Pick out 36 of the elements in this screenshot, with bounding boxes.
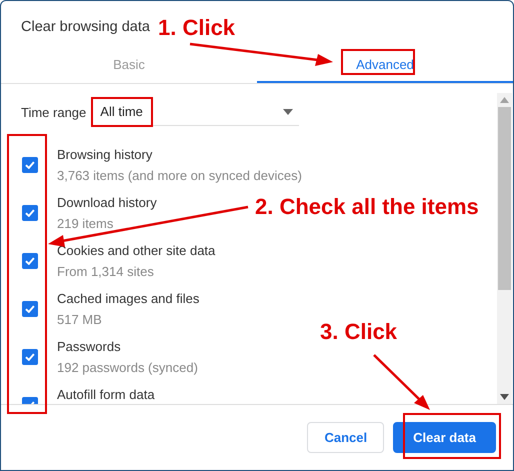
item-detail: 517 MB <box>57 312 102 328</box>
callout-label: 2. Check all the items <box>255 194 479 220</box>
item-title: Cookies and other site data <box>57 242 216 258</box>
time-range-dropdown[interactable]: All time <box>94 98 300 126</box>
checkbox[interactable] <box>22 253 38 269</box>
arrow <box>373 354 430 410</box>
caret-icon <box>283 108 294 114</box>
item-detail: 219 items <box>57 216 114 232</box>
checkmark-icon <box>25 305 35 313</box>
cancel-button[interactable]: Cancel <box>307 422 384 453</box>
checkbox[interactable] <box>22 157 38 173</box>
callout-label: 1. Click <box>158 15 236 41</box>
checkbox[interactable] <box>22 205 38 221</box>
item-title: Passwords <box>57 338 121 354</box>
item-title: Autofill form data <box>57 386 155 402</box>
item-title: Cached images and files <box>57 290 200 306</box>
item-detail: From 1,314 sites <box>57 264 154 280</box>
checkmark-icon <box>25 353 35 361</box>
tab[interactable]: Advanced <box>257 46 513 83</box>
time-range-label: Time range <box>21 104 86 120</box>
item-title: Browsing history <box>57 146 152 162</box>
scrollbar[interactable] <box>497 93 512 404</box>
item-detail: 192 passwords (synced) <box>57 360 198 376</box>
item-title: Download history <box>57 194 157 210</box>
dialog-title: Clear browsing data <box>21 18 150 37</box>
checkbox[interactable] <box>22 349 38 365</box>
checkbox[interactable] <box>22 301 38 317</box>
callout-label: 3. Click <box>320 319 398 345</box>
checkmark-icon <box>25 209 35 217</box>
tab[interactable]: Basic <box>1 46 257 83</box>
item-detail: 3,763 items (and more on synced devices) <box>57 168 302 184</box>
checkmark-icon <box>25 161 35 169</box>
clear-data-button[interactable]: Clear data <box>393 422 496 453</box>
checkmark-icon <box>25 257 35 265</box>
scroll-down-icon[interactable] <box>500 394 509 400</box>
highlight-frame <box>91 97 153 127</box>
